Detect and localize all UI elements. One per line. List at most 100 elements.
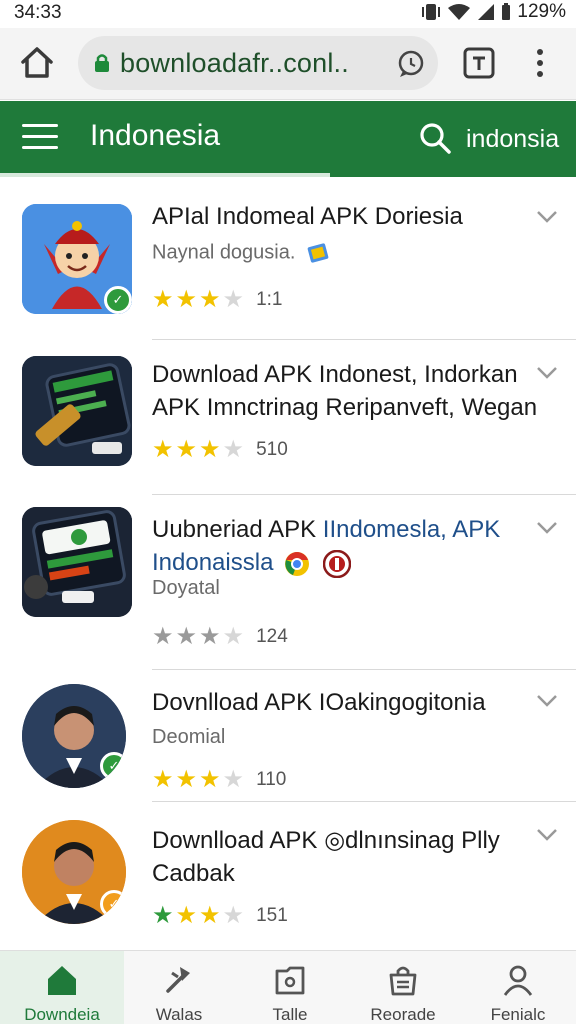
item-rating: ★ ★ ★ ★ 110 [152, 768, 286, 792]
item-title: Uubneriad APK IIndomesla, APK Indonaissl… [152, 513, 542, 579]
phone-and-device-image [22, 507, 132, 617]
chevron-down-icon[interactable] [536, 210, 558, 224]
battery-level: 129% [517, 1, 566, 22]
star-icon: ★ [152, 766, 174, 793]
item-subtitle: Doyatal [152, 577, 220, 599]
page-title: Indonesia [90, 119, 221, 152]
nav-label: Downdeia [24, 1005, 100, 1024]
star-icon: ★ [199, 436, 221, 463]
avatar: ✓ [22, 820, 126, 924]
browser-toolbar: bownloadafr..conl.. [0, 28, 576, 100]
star-icon: ★ [222, 902, 245, 929]
bottom-navigation: Downdeia Walas Talle Reorade Fenialc [0, 950, 576, 1024]
home-icon [48, 966, 76, 995]
star-icon: ★ [152, 902, 174, 929]
star-icon: ★ [199, 623, 221, 650]
star-icon: ★ [199, 766, 221, 793]
image-badge-icon [307, 243, 329, 263]
verified-badge: ✓ [100, 752, 126, 780]
star-icon: ★ [175, 623, 198, 650]
star-icon: ★ [199, 902, 221, 929]
nav-talle[interactable]: Talle [234, 951, 346, 1024]
app-thumbnail: ✓ [22, 204, 132, 314]
wand-icon [166, 967, 190, 993]
person-icon [503, 965, 533, 996]
status-icons: 129% [421, 1, 566, 23]
star-icon: ★ [152, 286, 174, 313]
nav-label: Reorade [370, 1005, 436, 1024]
chevron-down-icon[interactable] [536, 521, 558, 535]
item-subtitle-text: Naynal dogusia. [152, 241, 296, 264]
app-thumbnail [22, 507, 132, 617]
nav-reorade[interactable]: Reorade [346, 951, 460, 1024]
star-icon: ★ [222, 436, 245, 463]
folder-icon [275, 966, 305, 995]
item-rating: ★ ★ ★ ★ 1:1 [152, 288, 282, 312]
hamburger-menu-button[interactable] [22, 124, 58, 154]
star-icon: ★ [222, 623, 245, 650]
rating-count: 1:1 [256, 289, 283, 310]
item-title: APIal Indomeal APK Doriesia [152, 203, 463, 230]
url-text: bownloadafr..conl.. [120, 47, 349, 78]
search-query[interactable]: indonsia [466, 125, 559, 154]
list-item[interactable]: Uubneriad APK IIndomesla, APK Indonaissl… [0, 495, 576, 670]
app-header: Indonesia indonsia [0, 101, 576, 177]
address-bar[interactable]: bownloadafr..conl.. [78, 36, 438, 90]
nav-fenialc[interactable]: Fenialc [460, 951, 576, 1024]
status-time: 34:33 [14, 2, 62, 23]
home-button[interactable] [18, 44, 56, 82]
item-title: Downlload APK ◎dlnınsinag Plly Cadbak [152, 827, 500, 887]
chrome-icon [285, 551, 310, 576]
chat-icon[interactable] [396, 49, 426, 79]
rating-count: 110 [256, 769, 287, 790]
item-title-part1: Uubneriad APK [152, 516, 323, 543]
rating-count: 151 [256, 905, 288, 926]
nav-download[interactable]: Downdeia [0, 951, 124, 1024]
star-icon: ★ [175, 436, 198, 463]
item-subtitle: Naynal dogusia. [152, 240, 331, 266]
search-icon[interactable] [418, 121, 452, 155]
star-icon: ★ [199, 286, 221, 313]
more-icon [537, 49, 543, 77]
list-item[interactable]: ✓ Dovnlload APK IOakingogitonia Deomial … [0, 670, 576, 802]
signal-icon [478, 4, 495, 20]
tab-icon [463, 47, 495, 79]
wifi-icon [448, 4, 471, 20]
nav-label: Fenialc [490, 1005, 546, 1024]
rating-count: 124 [256, 626, 288, 647]
more-button[interactable] [528, 46, 552, 80]
chevron-down-icon[interactable] [536, 694, 558, 708]
emblem-icon [322, 549, 352, 578]
star-icon: ★ [222, 766, 245, 793]
bag-icon [389, 966, 417, 996]
avatar: ✓ [22, 684, 126, 788]
app-thumbnail [22, 356, 132, 466]
lock-icon [95, 54, 109, 72]
rating-count: 510 [256, 439, 288, 460]
battery-icon [502, 3, 511, 20]
item-rating: ★ ★ ★ ★ 510 [152, 438, 288, 462]
list-item[interactable]: ✓ APIal Indomeal APK Doriesia Naynal dog… [0, 180, 576, 340]
star-icon: ★ [152, 623, 174, 650]
vibrate-icon [422, 4, 441, 20]
star-icon: ★ [152, 436, 174, 463]
loading-progress [0, 173, 330, 177]
home-icon [21, 47, 53, 78]
nav-label: Walas [155, 1005, 203, 1024]
item-rating: ★ ★ ★ ★ 124 [152, 625, 288, 649]
item-subtitle: Deomial [152, 726, 226, 748]
chevron-down-icon[interactable] [536, 366, 558, 380]
badge-icon: ✓ [100, 890, 126, 918]
verified-badge: ✓ [104, 286, 132, 314]
phone-and-cable-image [22, 356, 132, 466]
star-icon: ★ [222, 286, 245, 313]
item-title: Download APK Indonest, Indorkan APK Imnc… [152, 361, 538, 421]
item-title: Dovnlload APK IOakingogitonia [152, 689, 486, 716]
status-bar: 34:33 129% [0, 0, 576, 28]
list-item[interactable]: Download APK Indonest, Indorkan APK Imnc… [0, 340, 576, 495]
nav-walas[interactable]: Walas [124, 951, 234, 1024]
chevron-down-icon[interactable] [536, 828, 558, 842]
list-item[interactable]: ✓ Downlload APK ◎dlnınsinag Plly Cadbak … [0, 802, 576, 942]
tabs-button[interactable] [462, 46, 496, 80]
star-icon: ★ [175, 766, 198, 793]
